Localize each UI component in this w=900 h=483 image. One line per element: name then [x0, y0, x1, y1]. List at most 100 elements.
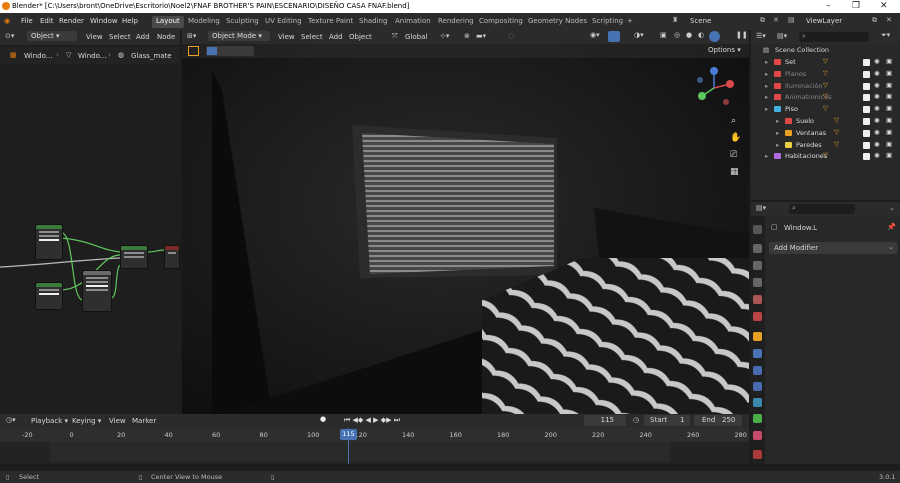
- options-dropdown[interactable]: Options ▾: [708, 46, 741, 54]
- zoom-icon[interactable]: ⌕: [731, 116, 736, 126]
- camera-icon[interactable]: ▣: [886, 81, 892, 89]
- menu-help[interactable]: Help: [122, 17, 138, 25]
- outliner-item-label[interactable]: Suelo: [796, 117, 814, 125]
- record-icon[interactable]: ●: [320, 415, 326, 423]
- camera-icon[interactable]: ▣: [886, 57, 892, 65]
- expand-arrow-icon[interactable]: ▸: [765, 70, 768, 78]
- eye-icon[interactable]: ◉: [874, 57, 880, 65]
- add-workspace-button[interactable]: +: [623, 16, 637, 28]
- menu-file[interactable]: File: [21, 17, 33, 25]
- camera-icon[interactable]: ▣: [886, 128, 892, 136]
- snap-settings-icon[interactable]: ▬▾: [476, 32, 486, 40]
- xray-icon[interactable]: ▣: [660, 31, 667, 39]
- outliner-row[interactable]: ▸ Iluminación ▽ ◉ ▣: [751, 81, 900, 92]
- playback-controls[interactable]: ⏮ ◀◆ ◀ ▶ ◆▶ ⏭: [344, 416, 400, 425]
- outliner-item-label[interactable]: Iluminación: [785, 82, 823, 90]
- exclude-checkbox[interactable]: [863, 94, 870, 102]
- particles-tab-icon[interactable]: [753, 366, 762, 375]
- data-tab-icon[interactable]: [753, 414, 762, 423]
- viewport-menu-object[interactable]: Object: [349, 33, 372, 41]
- blender-menu-icon[interactable]: ◉: [4, 17, 10, 25]
- world-tab-icon[interactable]: [753, 312, 762, 321]
- timeline-track[interactable]: [50, 442, 670, 462]
- new-viewlayer-icon[interactable]: ⧉: [872, 16, 877, 25]
- eye-icon[interactable]: ◉: [874, 104, 880, 112]
- camera-icon[interactable]: ▣: [886, 92, 892, 100]
- camera-icon[interactable]: ▣: [886, 69, 892, 77]
- maximize-button[interactable]: ❐: [852, 1, 860, 11]
- tab-animation[interactable]: Animation: [391, 16, 435, 28]
- outliner-item-label[interactable]: Piso: [785, 105, 798, 113]
- outliner-row[interactable]: ▸ Set ▽ ◉ ▣: [751, 57, 900, 68]
- exclude-checkbox[interactable]: [863, 70, 870, 78]
- node-mix[interactable]: [82, 270, 112, 312]
- minimize-button[interactable]: –: [826, 1, 831, 11]
- scene-tab-icon[interactable]: [753, 295, 762, 304]
- filter-icon[interactable]: ⏷▾: [881, 31, 890, 40]
- expand-arrow-icon[interactable]: ▸: [765, 58, 768, 66]
- node-principled[interactable]: [120, 245, 148, 269]
- viewport-menu-add[interactable]: Add: [329, 33, 343, 41]
- exclude-checkbox[interactable]: [863, 82, 870, 90]
- snap-icon[interactable]: ⊗: [464, 32, 470, 40]
- object-tab-icon[interactable]: [753, 332, 762, 341]
- exclude-checkbox[interactable]: [863, 153, 870, 161]
- outliner-row[interactable]: ▸ Ventanas ▽ ◉ ▣: [751, 128, 900, 139]
- node-menu-select[interactable]: Select: [109, 33, 131, 41]
- perspective-grid-icon[interactable]: ▦: [730, 167, 739, 177]
- constraints-tab-icon[interactable]: [753, 398, 762, 407]
- delete-scene-icon[interactable]: ✕: [773, 16, 779, 24]
- camera-view-icon[interactable]: ⎚: [730, 150, 737, 160]
- tool-tab-icon[interactable]: [753, 225, 762, 234]
- exclude-checkbox[interactable]: [863, 129, 870, 137]
- visibility-icon[interactable]: ◉▾: [590, 31, 600, 39]
- rendered-shading-icon[interactable]: [709, 31, 720, 42]
- tab-texture-paint[interactable]: Texture Paint: [304, 16, 357, 28]
- select-box-icon[interactable]: [188, 46, 199, 56]
- eye-icon[interactable]: ◉: [874, 151, 880, 159]
- node-output[interactable]: [164, 245, 180, 269]
- pivot-icon[interactable]: ⊹▾: [440, 32, 449, 40]
- eye-icon[interactable]: ◉: [874, 69, 880, 77]
- exclude-checkbox[interactable]: [863, 106, 870, 114]
- eye-icon[interactable]: ◉: [874, 140, 880, 148]
- new-scene-icon[interactable]: ⧉: [760, 16, 765, 25]
- render-tab-icon[interactable]: [753, 244, 762, 253]
- timeline-ruler[interactable]: [0, 428, 749, 442]
- expand-arrow-icon[interactable]: ▸: [765, 82, 768, 90]
- add-modifier-button[interactable]: Add Modifier ⌄: [769, 242, 897, 254]
- eye-icon[interactable]: ◉: [874, 92, 880, 100]
- expand-arrow-icon[interactable]: ▸: [776, 117, 779, 125]
- node-menu-add[interactable]: Add: [136, 33, 150, 41]
- outliner-row[interactable]: ▸ Piso ▽ ◉ ▣: [751, 104, 900, 115]
- viewport-menu-select[interactable]: Select: [301, 33, 323, 41]
- material-tab-icon[interactable]: [753, 431, 762, 440]
- outliner-row[interactable]: ▸ Planos ▽ ◉ ▣: [751, 69, 900, 80]
- pan-hand-icon[interactable]: ✋: [730, 133, 741, 143]
- outliner-editor-icon[interactable]: ☰▾: [756, 32, 766, 40]
- transform-orientation[interactable]: Global: [405, 33, 427, 41]
- outliner-row[interactable]: ▸ Habitaciones ▽ ◉ ▣: [751, 151, 900, 162]
- tab-compositing[interactable]: Compositing: [475, 16, 527, 28]
- breadcrumb-item-material[interactable]: Glass_mate: [131, 52, 172, 60]
- start-frame-field[interactable]: Start 1: [644, 415, 690, 426]
- object-dropdown[interactable]: Object ▾: [27, 31, 77, 41]
- close-button[interactable]: ✕: [880, 1, 888, 11]
- proportional-edit-icon[interactable]: ◌: [508, 32, 514, 40]
- tab-layout[interactable]: Layout: [152, 16, 184, 28]
- pin-icon[interactable]: 📌: [887, 223, 896, 231]
- exclude-checkbox[interactable]: [863, 141, 870, 149]
- breadcrumb-item-mesh[interactable]: Windo...: [78, 52, 106, 60]
- end-frame-field[interactable]: End 250: [694, 415, 742, 426]
- eye-icon[interactable]: ◉: [874, 116, 880, 124]
- viewport-editor-type-icon[interactable]: ⊞▾: [187, 32, 196, 40]
- timeline-menu-marker[interactable]: Marker: [132, 417, 156, 425]
- outliner-search-input[interactable]: ⌕: [799, 32, 869, 42]
- properties-search-input[interactable]: ⌕: [789, 204, 855, 214]
- modifier-tab-icon[interactable]: [753, 349, 762, 358]
- node-shader-b[interactable]: [35, 282, 63, 310]
- tab-geometry-nodes[interactable]: Geometry Nodes: [524, 16, 591, 28]
- camera-icon[interactable]: ▣: [886, 140, 892, 148]
- outliner[interactable]: ▤ Scene Collection ▸ Set ▽ ◉ ▣ ▸ Planos ▽ ◉ ▣ ▸ Ilu…: [751, 30, 900, 200]
- node-menu-view[interactable]: View: [86, 33, 103, 41]
